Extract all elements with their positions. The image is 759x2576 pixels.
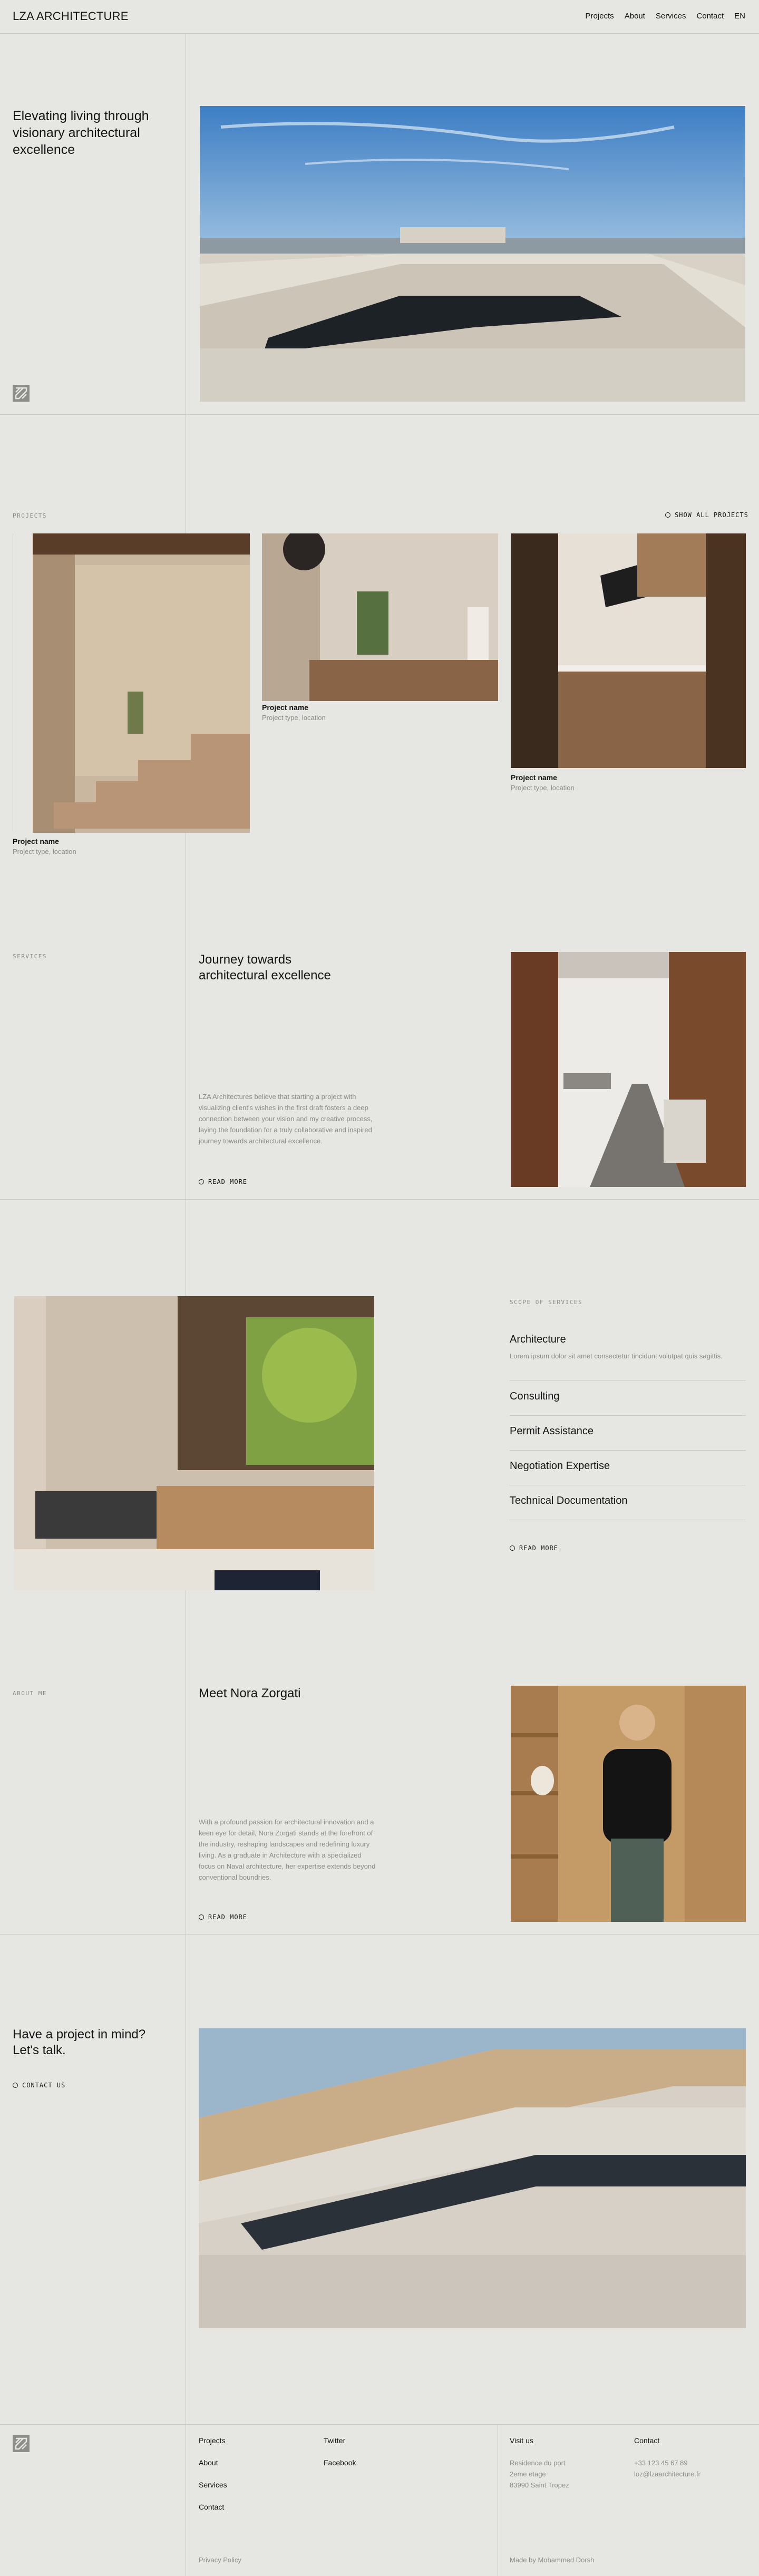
footer-mark-icon — [13, 2435, 30, 2452]
main-nav: Projects About Services Contact EN — [586, 12, 745, 21]
project-name: Project name — [13, 837, 59, 845]
contact-title: Have a project in mind? Let's talk. — [13, 2027, 146, 2057]
project-card-3[interactable]: Project name Project type, location — [511, 773, 575, 792]
nav-projects[interactable]: Projects — [586, 12, 614, 21]
about-body: With a profound passion for architectura… — [199, 1818, 376, 1881]
nav-language[interactable]: EN — [734, 12, 745, 21]
hero-title: Elevating living through visionary archi… — [13, 109, 149, 157]
scope-label: SCOPE OF SERVICES — [510, 1299, 583, 1306]
service-title: Technical Documentation — [510, 1495, 628, 1506]
projects-label: PROJECTS — [13, 512, 47, 519]
footer-visit-label: Visit us — [510, 2436, 533, 2445]
circle-icon — [665, 512, 670, 518]
services-rule — [0, 1199, 759, 1200]
circle-icon — [199, 1914, 204, 1920]
services-title: Journey towards architectural excellence — [199, 952, 331, 983]
privacy-policy-link[interactable]: Privacy Policy — [199, 2554, 241, 2565]
read-more-label: READ MORE — [519, 1544, 559, 1552]
service-item-permit[interactable]: Permit Assistance — [510, 1425, 746, 1451]
address-line: Residence du port — [510, 2459, 566, 2467]
project-meta: Project type, location — [511, 784, 575, 792]
show-all-projects-label: SHOW ALL PROJECTS — [675, 511, 748, 519]
about-title: Meet Nora Zorgati — [199, 1686, 301, 1700]
nav-services[interactable]: Services — [656, 12, 686, 21]
circle-icon — [13, 2083, 18, 2088]
footer-link-services[interactable]: Services — [199, 2481, 227, 2489]
footer-phone[interactable]: +33 123 45 67 89 — [634, 2457, 700, 2468]
service-title: Permit Assistance — [510, 1425, 593, 1437]
mark-icon — [13, 385, 30, 402]
service-item-documentation[interactable]: Technical Documentation — [510, 1495, 746, 1520]
footer-link-twitter[interactable]: Twitter — [324, 2436, 345, 2445]
show-all-projects-link[interactable]: SHOW ALL PROJECTS — [665, 511, 748, 519]
project-image-1[interactable] — [33, 533, 250, 833]
service-item-negotiation[interactable]: Negotiation Expertise — [510, 1460, 746, 1485]
scope-image — [14, 1296, 374, 1590]
circle-icon — [199, 1179, 204, 1184]
footer-contact-details: +33 123 45 67 89 loz@lzaarchitecture.fr — [634, 2457, 700, 2480]
nav-about[interactable]: About — [625, 12, 645, 21]
services-label: SERVICES — [13, 953, 47, 960]
circle-icon — [510, 1545, 515, 1551]
about-read-more[interactable]: READ MORE — [199, 1913, 247, 1921]
site-logo[interactable]: LZA ARCHITECTURE — [13, 9, 129, 23]
project-card-1[interactable]: Project name Project type, location — [13, 837, 76, 856]
footer-link-contact[interactable]: Contact — [199, 2503, 224, 2511]
footer-link-about[interactable]: About — [199, 2458, 218, 2467]
footer-link-facebook[interactable]: Facebook — [324, 2458, 356, 2467]
read-more-label: READ MORE — [208, 1913, 248, 1921]
service-title: Architecture — [510, 1334, 566, 1345]
footer-link-projects[interactable]: Projects — [199, 2436, 226, 2445]
project-name: Project name — [511, 773, 557, 782]
project-image-3[interactable] — [511, 533, 746, 768]
about-rule — [0, 1934, 759, 1935]
service-item-architecture[interactable]: Architecture Lorem ipsum dolor sit amet … — [510, 1334, 746, 1381]
address-line: 83990 Saint Tropez — [510, 2481, 569, 2489]
hero-image — [200, 106, 745, 402]
scope-read-more[interactable]: READ MORE — [510, 1544, 558, 1552]
nav-contact[interactable]: Contact — [696, 12, 724, 21]
service-title: Negotiation Expertise — [510, 1460, 610, 1472]
read-more-label: READ MORE — [208, 1178, 248, 1185]
service-item-consulting[interactable]: Consulting — [510, 1391, 746, 1416]
service-desc: Lorem ipsum dolor sit amet consectetur t… — [510, 1352, 723, 1360]
project-meta: Project type, location — [13, 848, 76, 856]
project-meta: Project type, location — [262, 714, 326, 722]
footer-contact-label: Contact — [634, 2436, 660, 2445]
contact-us-button[interactable]: CONTACT US — [13, 2082, 65, 2089]
services-body: LZA Architectures believe that starting … — [199, 1093, 373, 1145]
made-by-credit: Made by Mohammed Dorsh — [510, 2556, 595, 2564]
about-label: ABOUT ME — [13, 1690, 47, 1697]
project-name: Project name — [262, 703, 308, 712]
services-image — [511, 952, 746, 1187]
hero-rule — [0, 414, 759, 415]
footer-rule — [0, 2424, 759, 2425]
contact-image — [199, 2028, 746, 2328]
service-title: Consulting — [510, 1391, 560, 1402]
portrait-image — [511, 1686, 746, 1922]
address-line: 2eme etage — [510, 2470, 546, 2478]
contact-us-label: CONTACT US — [22, 2082, 66, 2089]
header-rule — [0, 33, 759, 34]
project-image-2[interactable] — [262, 533, 498, 701]
services-read-more[interactable]: READ MORE — [199, 1178, 247, 1185]
footer-address: Residence du port 2eme etage 83990 Saint… — [510, 2457, 569, 2491]
footer-email[interactable]: loz@lzaarchitecture.fr — [634, 2468, 700, 2480]
project-card-2[interactable]: Project name Project type, location — [262, 703, 326, 722]
